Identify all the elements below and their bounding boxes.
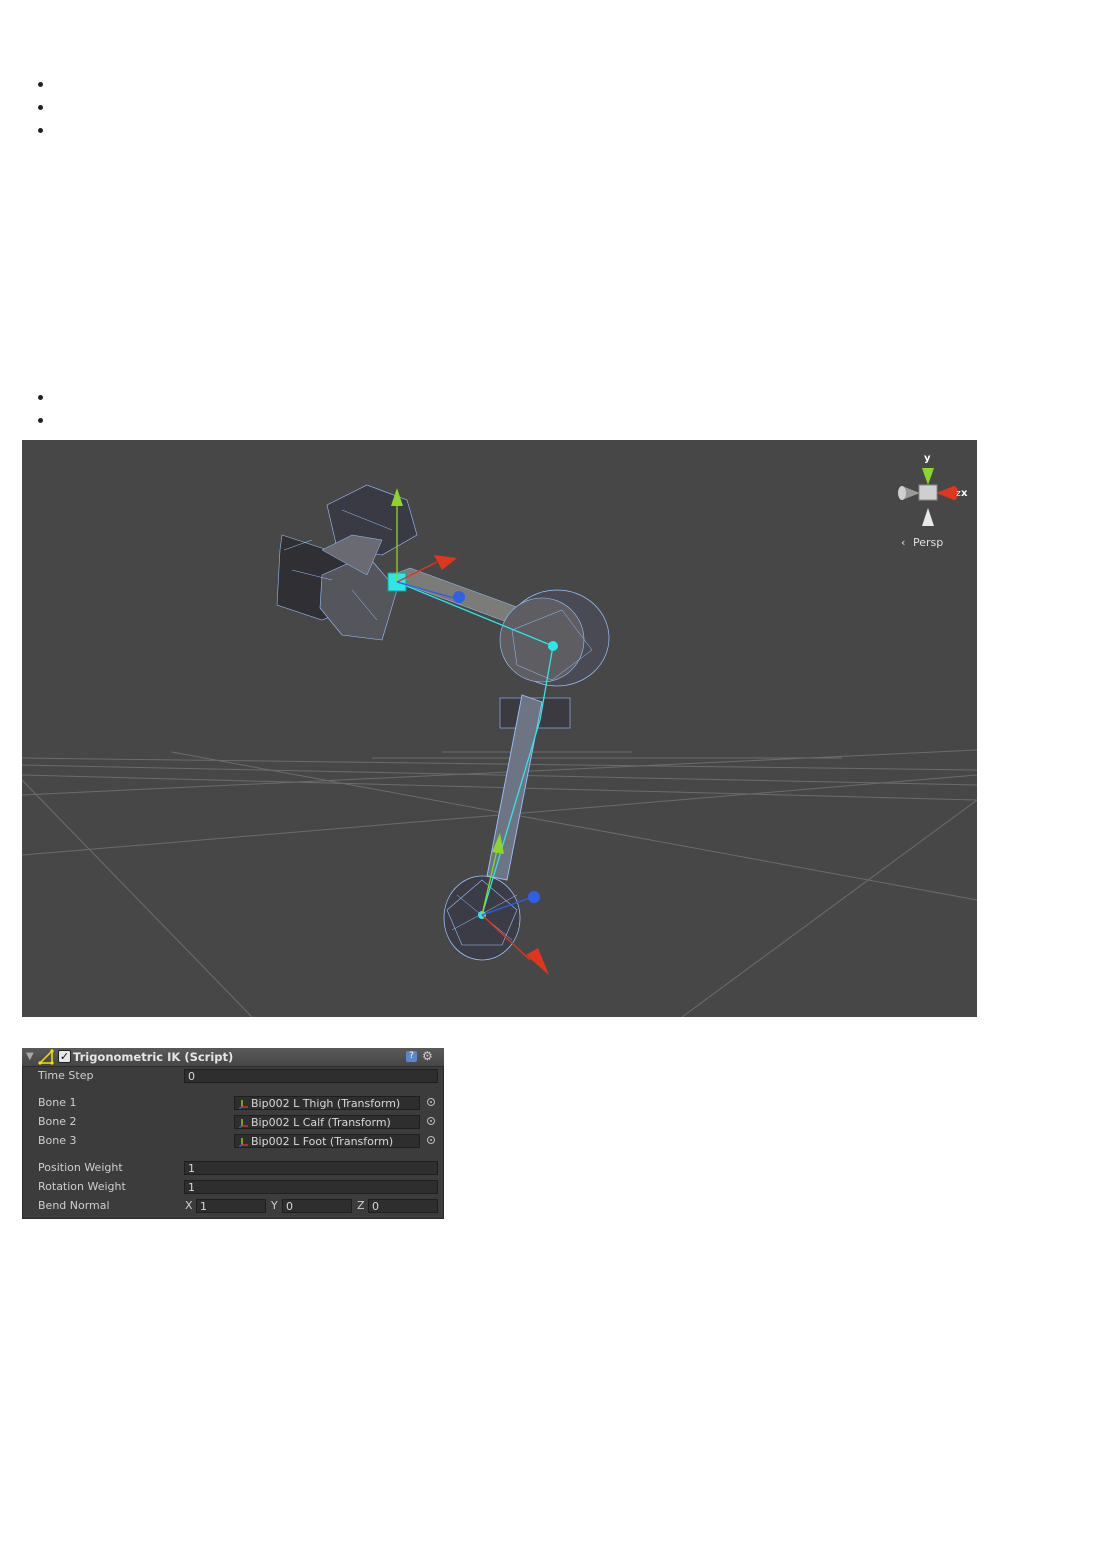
object-picker-icon[interactable] <box>427 1098 435 1106</box>
projection-arrow-icon: ‹ <box>901 536 905 549</box>
orientation-gizmo[interactable] <box>898 468 958 526</box>
position-weight-row: Position Weight 1 <box>22 1160 444 1176</box>
component-title: Trigonometric IK (Script) <box>73 1050 234 1064</box>
bone2-label: Bone 2 <box>38 1115 77 1128</box>
bone3-value: Bip002 L Foot (Transform) <box>251 1135 394 1148</box>
bone3-field[interactable]: Bip002 L Foot (Transform) <box>234 1134 420 1148</box>
bone3-row: Bone 3 Bip002 L Foot (Transform) <box>22 1133 444 1149</box>
transform-icon <box>239 1138 248 1147</box>
bone1-value: Bip002 L Thigh (Transform) <box>251 1097 401 1110</box>
position-weight-field[interactable]: 1 <box>184 1161 438 1175</box>
bone1-row: Bone 1 Bip002 L Thigh (Transform) <box>22 1095 444 1111</box>
time-step-label: Time Step <box>38 1069 94 1082</box>
bend-normal-z-field[interactable]: 0 <box>368 1199 438 1213</box>
inspector-component: ▼ ✓ Trigonometric IK (Script) ? ⚙ Time S… <box>22 1048 444 1219</box>
triangle-script-icon <box>38 1049 56 1068</box>
bone2-value: Bip002 L Calf (Transform) <box>251 1116 391 1129</box>
knee-mesh[interactable] <box>499 589 610 729</box>
component-header[interactable]: ▼ ✓ Trigonometric IK (Script) ? ⚙ <box>22 1048 444 1067</box>
help-icon[interactable]: ? <box>406 1051 417 1062</box>
bend-normal-y-field[interactable]: 0 <box>282 1199 352 1213</box>
bend-normal-row: Bend Normal X 1 Y 0 Z 0 <box>22 1198 444 1214</box>
rotation-weight-label: Rotation Weight <box>38 1180 126 1193</box>
position-weight-label: Position Weight <box>38 1161 123 1174</box>
scene-canvas[interactable]: y z x ‹ Persp <box>22 440 977 1017</box>
object-picker-icon[interactable] <box>427 1136 435 1144</box>
bone1-label: Bone 1 <box>38 1096 77 1109</box>
gear-icon[interactable]: ⚙ <box>422 1049 433 1063</box>
bone2-row: Bone 2 Bip002 L Calf (Transform) <box>22 1114 444 1130</box>
bone3-label: Bone 3 <box>38 1134 77 1147</box>
component-enabled-checkbox[interactable]: ✓ <box>58 1050 71 1063</box>
bend-normal-x-field[interactable]: 1 <box>196 1199 266 1213</box>
transform-icon <box>239 1119 248 1128</box>
bend-normal-z-label: Z <box>357 1199 365 1212</box>
projection-label[interactable]: Persp <box>913 536 943 549</box>
time-step-row: Time Step 0 <box>22 1068 444 1084</box>
scene-view[interactable]: y z x ‹ Persp <box>22 440 977 1017</box>
bend-normal-x-label: X <box>185 1199 193 1212</box>
foldout-arrow-icon[interactable]: ▼ <box>26 1051 34 1062</box>
bend-normal-y-label: Y <box>271 1199 278 1212</box>
bone1-field[interactable]: Bip002 L Thigh (Transform) <box>234 1096 420 1110</box>
bend-normal-label: Bend Normal <box>38 1199 110 1212</box>
transform-icon <box>239 1100 248 1109</box>
bone2-field[interactable]: Bip002 L Calf (Transform) <box>234 1115 420 1129</box>
gizmo-y-label: y <box>924 453 931 464</box>
rotation-weight-row: Rotation Weight 1 <box>22 1179 444 1195</box>
rotation-weight-field[interactable]: 1 <box>184 1180 438 1194</box>
time-step-field[interactable]: 0 <box>184 1069 438 1083</box>
object-picker-icon[interactable] <box>427 1117 435 1125</box>
knee-joint-handle[interactable] <box>548 641 558 651</box>
hip-mesh[interactable] <box>276 484 418 641</box>
gizmo-x-label: x <box>961 488 968 499</box>
